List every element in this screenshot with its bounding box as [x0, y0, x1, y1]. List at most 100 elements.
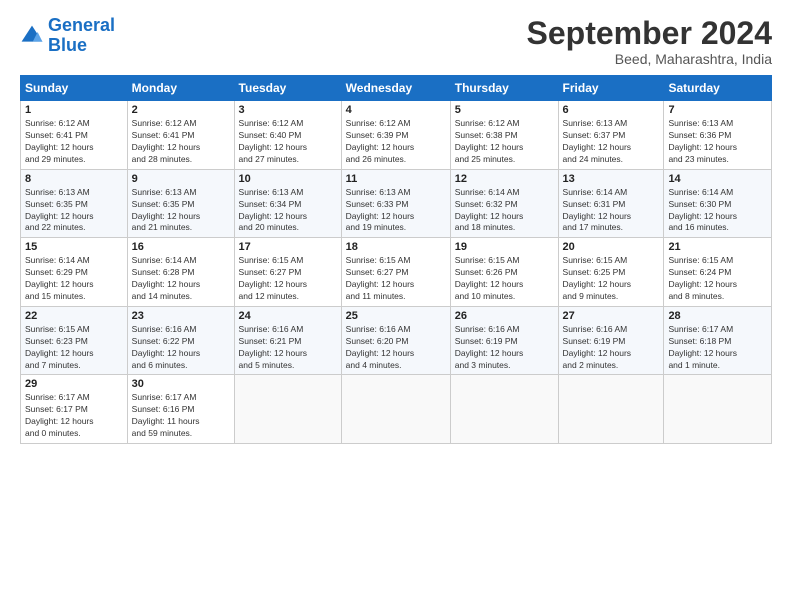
day-number: 24 — [239, 310, 337, 322]
day-info: Sunrise: 6:15 AM Sunset: 6:25 PM Dayligh… — [563, 255, 660, 303]
calendar-cell: 27Sunrise: 6:16 AM Sunset: 6:19 PM Dayli… — [558, 306, 664, 375]
day-number: 7 — [668, 104, 767, 116]
day-number: 26 — [455, 310, 554, 322]
day-number: 11 — [346, 173, 446, 185]
day-number: 10 — [239, 173, 337, 185]
calendar-cell — [234, 375, 341, 444]
day-info: Sunrise: 6:15 AM Sunset: 6:24 PM Dayligh… — [668, 255, 767, 303]
calendar-cell: 22Sunrise: 6:15 AM Sunset: 6:23 PM Dayli… — [21, 306, 128, 375]
calendar-cell: 18 Sunrise: 6:15 AM Sunset: 6:27 PM Dayli… — [341, 238, 450, 307]
calendar-cell: 5 Sunrise: 6:12 AM Sunset: 6:38 PM Daylig… — [450, 101, 558, 170]
day-info: Sunrise: 6:17 AM Sunset: 6:16 PM Dayligh… — [132, 392, 230, 440]
day-number: 13 — [563, 173, 660, 185]
day-number: 3 — [239, 104, 337, 116]
day-info: Sunrise: 6:15 AM Sunset: 6:27 PM Dayligh… — [346, 255, 446, 303]
col-header-sunday: Sunday — [21, 76, 128, 101]
day-number: 14 — [668, 173, 767, 185]
calendar-week-4: 22Sunrise: 6:15 AM Sunset: 6:23 PM Dayli… — [21, 306, 772, 375]
calendar-cell: 13 Sunrise: 6:14 AM Sunset: 6:31 PM Dayli… — [558, 169, 664, 238]
col-header-thursday: Thursday — [450, 76, 558, 101]
calendar-cell: 15Sunrise: 6:14 AM Sunset: 6:29 PM Dayli… — [21, 238, 128, 307]
calendar-cell: 29Sunrise: 6:17 AM Sunset: 6:17 PM Dayli… — [21, 375, 128, 444]
day-info: Sunrise: 6:16 AM Sunset: 6:19 PM Dayligh… — [455, 324, 554, 372]
col-header-friday: Friday — [558, 76, 664, 101]
calendar-cell: 8Sunrise: 6:13 AM Sunset: 6:35 PM Daylig… — [21, 169, 128, 238]
calendar-cell: 28Sunrise: 6:17 AM Sunset: 6:18 PM Dayli… — [664, 306, 772, 375]
calendar-cell: 14 Sunrise: 6:14 AM Sunset: 6:30 PM Dayli… — [664, 169, 772, 238]
calendar-week-2: 8 Sunrise: 6:13 AM Sunset: 6:35 PM Daylig… — [21, 169, 772, 238]
calendar-cell: 6Sunrise: 6:13 AM Sunset: 6:37 PM Daylig… — [558, 101, 664, 170]
calendar-cell: 11Sunrise: 6:13 AM Sunset: 6:33 PM Dayli… — [341, 169, 450, 238]
day-number: 25 — [346, 310, 446, 322]
day-info: Sunrise: 6:16 AM Sunset: 6:20 PM Dayligh… — [346, 324, 446, 372]
day-number: 8 — [25, 173, 123, 185]
day-info: Sunrise: 6:13 AM Sunset: 6:36 PM Dayligh… — [668, 118, 767, 166]
logo-icon — [20, 24, 44, 48]
day-number: 20 — [563, 241, 660, 253]
col-header-saturday: Saturday — [664, 76, 772, 101]
calendar-cell: 2 Sunrise: 6:12 AM Sunset: 6:41 PM Daylig… — [127, 101, 234, 170]
day-info: Sunrise: 6:14 AM Sunset: 6:29 PM Dayligh… — [25, 255, 123, 303]
day-number: 16 — [132, 241, 230, 253]
calendar-cell — [450, 375, 558, 444]
calendar-cell: 26 Sunrise: 6:16 AM Sunset: 6:19 PM Dayli… — [450, 306, 558, 375]
day-info: Sunrise: 6:15 AM Sunset: 6:26 PM Dayligh… — [455, 255, 554, 303]
calendar-cell: 23Sunrise: 6:16 AM Sunset: 6:22 PM Dayli… — [127, 306, 234, 375]
calendar-cell: 9 Sunrise: 6:13 AM Sunset: 6:35 PM Daylig… — [127, 169, 234, 238]
day-number: 18 — [346, 241, 446, 253]
day-info: Sunrise: 6:12 AM Sunset: 6:41 PM Dayligh… — [25, 118, 123, 166]
day-info: Sunrise: 6:14 AM Sunset: 6:28 PM Dayligh… — [132, 255, 230, 303]
calendar-cell: 10Sunrise: 6:13 AM Sunset: 6:34 PM Dayli… — [234, 169, 341, 238]
calendar-cell: 25 Sunrise: 6:16 AM Sunset: 6:20 PM Dayli… — [341, 306, 450, 375]
day-number: 5 — [455, 104, 554, 116]
calendar-cell — [558, 375, 664, 444]
calendar-cell: 20 Sunrise: 6:15 AM Sunset: 6:25 PM Dayli… — [558, 238, 664, 307]
day-number: 30 — [132, 378, 230, 390]
day-number: 17 — [239, 241, 337, 253]
day-info: Sunrise: 6:14 AM Sunset: 6:30 PM Dayligh… — [668, 187, 767, 235]
day-number: 12 — [455, 173, 554, 185]
day-info: Sunrise: 6:16 AM Sunset: 6:21 PM Dayligh… — [239, 324, 337, 372]
col-header-monday: Monday — [127, 76, 234, 101]
day-info: Sunrise: 6:12 AM Sunset: 6:41 PM Dayligh… — [132, 118, 230, 166]
header: General Blue September 2024 Beed, Mahara… — [20, 16, 772, 67]
day-info: Sunrise: 6:14 AM Sunset: 6:32 PM Dayligh… — [455, 187, 554, 235]
calendar-cell: 3Sunrise: 6:12 AM Sunset: 6:40 PM Daylig… — [234, 101, 341, 170]
day-info: Sunrise: 6:14 AM Sunset: 6:31 PM Dayligh… — [563, 187, 660, 235]
calendar-cell: 4 Sunrise: 6:12 AM Sunset: 6:39 PM Daylig… — [341, 101, 450, 170]
title-block: September 2024 Beed, Maharashtra, India — [527, 16, 772, 67]
calendar-cell: 24 Sunrise: 6:16 AM Sunset: 6:21 PM Dayli… — [234, 306, 341, 375]
logo-general: General — [48, 15, 115, 35]
day-number: 29 — [25, 378, 123, 390]
day-number: 19 — [455, 241, 554, 253]
col-header-wednesday: Wednesday — [341, 76, 450, 101]
day-info: Sunrise: 6:17 AM Sunset: 6:18 PM Dayligh… — [668, 324, 767, 372]
calendar-cell — [341, 375, 450, 444]
day-number: 2 — [132, 104, 230, 116]
day-number: 21 — [668, 241, 767, 253]
day-info: Sunrise: 6:12 AM Sunset: 6:38 PM Dayligh… — [455, 118, 554, 166]
calendar-cell: 1 Sunrise: 6:12 AM Sunset: 6:41 PM Daylig… — [21, 101, 128, 170]
calendar-week-5: 29Sunrise: 6:17 AM Sunset: 6:17 PM Dayli… — [21, 375, 772, 444]
calendar-cell: 17Sunrise: 6:15 AM Sunset: 6:27 PM Dayli… — [234, 238, 341, 307]
logo: General Blue — [20, 16, 115, 56]
calendar-week-3: 15Sunrise: 6:14 AM Sunset: 6:29 PM Dayli… — [21, 238, 772, 307]
calendar-cell: 30 Sunrise: 6:17 AM Sunset: 6:16 PM Dayli… — [127, 375, 234, 444]
calendar-header-row: SundayMondayTuesdayWednesdayThursdayFrid… — [21, 76, 772, 101]
col-header-tuesday: Tuesday — [234, 76, 341, 101]
day-info: Sunrise: 6:12 AM Sunset: 6:39 PM Dayligh… — [346, 118, 446, 166]
month-title: September 2024 — [527, 16, 772, 51]
day-info: Sunrise: 6:16 AM Sunset: 6:19 PM Dayligh… — [563, 324, 660, 372]
calendar-body: 1 Sunrise: 6:12 AM Sunset: 6:41 PM Daylig… — [21, 101, 772, 444]
day-number: 6 — [563, 104, 660, 116]
day-number: 9 — [132, 173, 230, 185]
day-info: Sunrise: 6:16 AM Sunset: 6:22 PM Dayligh… — [132, 324, 230, 372]
day-info: Sunrise: 6:15 AM Sunset: 6:23 PM Dayligh… — [25, 324, 123, 372]
calendar-cell: 16 Sunrise: 6:14 AM Sunset: 6:28 PM Dayli… — [127, 238, 234, 307]
day-number: 4 — [346, 104, 446, 116]
calendar-cell: 21 Sunrise: 6:15 AM Sunset: 6:24 PM Dayli… — [664, 238, 772, 307]
location: Beed, Maharashtra, India — [527, 51, 772, 67]
day-number: 1 — [25, 104, 123, 116]
logo-text: General Blue — [48, 16, 115, 56]
day-info: Sunrise: 6:13 AM Sunset: 6:35 PM Dayligh… — [132, 187, 230, 235]
